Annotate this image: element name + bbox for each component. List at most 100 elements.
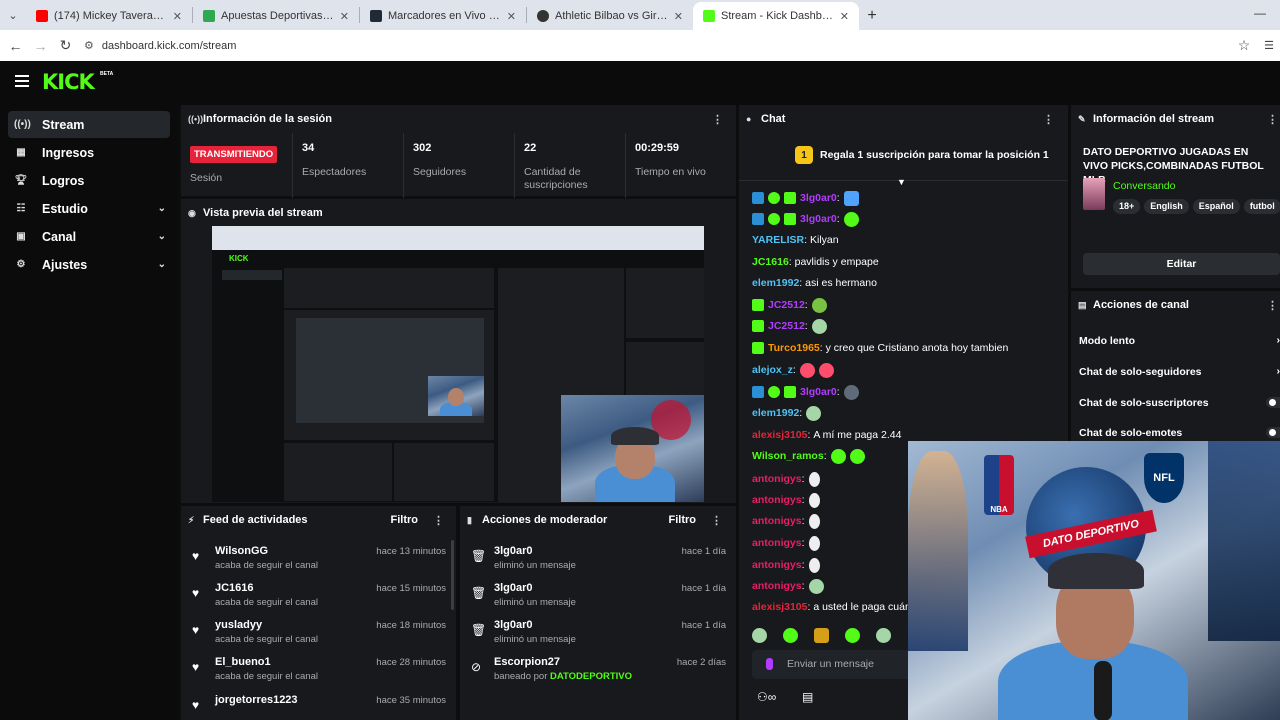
chat-username[interactable]: JC1616 <box>752 256 789 268</box>
sidebar-item-stream[interactable]: ((•)) Stream <box>8 111 170 138</box>
pinned-gift-banner[interactable]: 1 Regala 1 suscripción para tomar la pos… <box>795 146 1049 164</box>
reading-list-icon[interactable]: ☰ <box>1258 39 1280 52</box>
tag-pill[interactable]: 18+ <box>1113 199 1141 214</box>
category-name[interactable]: Conversando <box>1113 180 1175 192</box>
chat-message[interactable]: 3lg0ar0: <box>752 383 859 401</box>
more-options-icon[interactable]: ⋮ <box>433 514 444 527</box>
emote-icon[interactable] <box>845 628 860 643</box>
close-tab-icon[interactable]: ✕ <box>507 10 516 23</box>
chat-message[interactable]: antonigys: <box>752 470 820 488</box>
sidebar-item-logros[interactable]: 🏆︎ Logros <box>8 167 170 194</box>
browser-tab[interactable]: Marcadores en Vivo de Fútbol, ✕ <box>360 2 526 30</box>
site-info-icon[interactable]: ⚙ <box>84 39 94 52</box>
chat-username[interactable]: Turco1965 <box>768 342 820 354</box>
chat-message[interactable]: alejox_z: <box>752 361 834 379</box>
more-options-icon[interactable]: ⋮ <box>712 113 723 126</box>
reload-icon[interactable]: ↻ <box>53 37 78 54</box>
chat-message[interactable]: antonigys: <box>752 534 820 552</box>
chat-message[interactable]: Turco1965: y creo que Cristiano anota ho… <box>752 339 1008 357</box>
chat-username[interactable]: Wilson_ramos <box>752 450 824 462</box>
sidebar-item-ingresos[interactable]: ▦ Ingresos <box>8 139 170 166</box>
emotes-only-option[interactable]: Chat de solo-emotes <box>1079 427 1280 439</box>
chat-username[interactable]: 3lg0ar0 <box>800 192 837 204</box>
emotes-only-toggle[interactable] <box>1266 427 1280 438</box>
chat-username[interactable]: antonigys <box>752 537 802 549</box>
tag-pill[interactable]: Español <box>1192 199 1240 214</box>
chat-message[interactable]: antonigys: <box>752 577 824 595</box>
chat-message[interactable]: YARELISR: Kilyan <box>752 231 839 249</box>
emote-icon[interactable] <box>814 628 829 643</box>
chat-message[interactable]: antonigys: <box>752 556 820 574</box>
more-options-icon[interactable]: ⋮ <box>1267 299 1278 312</box>
list-item[interactable]: 🗑︎ 3lg0ar0 eliminó un mensaje hace 1 día <box>460 612 736 649</box>
new-tab-plus-icon[interactable]: + <box>859 2 885 30</box>
category-thumbnail[interactable] <box>1083 178 1105 210</box>
more-options-icon[interactable]: ⋮ <box>711 514 722 527</box>
bookmark-star-icon[interactable]: ☆ <box>1230 37 1258 54</box>
chat-message[interactable]: 3lg0ar0: <box>752 189 859 207</box>
chat-username[interactable]: elem1992 <box>752 277 799 289</box>
close-tab-icon[interactable]: ✕ <box>340 10 349 23</box>
chat-message[interactable]: JC2512: <box>752 317 827 335</box>
chat-settings-icon[interactable]: ⚇∞ <box>757 690 776 704</box>
chat-username[interactable]: JC2512 <box>768 299 805 311</box>
list-item[interactable]: ♥ JC1616 acaba de seguir el canal hace 1… <box>181 575 456 612</box>
more-options-icon[interactable]: ⋮ <box>1267 113 1278 126</box>
close-tab-icon[interactable]: ✕ <box>674 10 683 23</box>
hamburger-menu-icon[interactable] <box>15 75 29 87</box>
stream-preview-video[interactable]: KICK <box>212 226 704 502</box>
list-item[interactable]: 🗑︎ 3lg0ar0 eliminó un mensaje hace 1 día <box>460 575 736 612</box>
list-item[interactable]: ♥ yusladyy acaba de seguir el canal hace… <box>181 612 456 649</box>
microphone-icon[interactable] <box>766 658 773 670</box>
chat-username[interactable]: antonigys <box>752 580 802 592</box>
list-item[interactable]: ♥ El_bueno1 acaba de seguir el canal hac… <box>181 649 456 686</box>
chat-username[interactable]: alejox_z <box>752 364 793 376</box>
browser-tab[interactable]: (174) Mickey Taveras - Me Gust ✕ <box>26 2 192 30</box>
list-item[interactable]: ♥ WilsonGG acaba de seguir el canal hace… <box>181 538 456 575</box>
followers-only-option[interactable]: Chat de solo-seguidores › <box>1079 365 1280 378</box>
tag-pill[interactable]: futbol <box>1243 199 1280 214</box>
chat-message[interactable]: elem1992: asi es hermano <box>752 274 877 292</box>
tab-search-chevron-icon[interactable]: ⌄ <box>0 0 26 30</box>
chat-username[interactable]: antonigys <box>752 494 802 506</box>
chat-username[interactable]: alexisj3105 <box>752 601 807 613</box>
chat-message[interactable]: antonigys: <box>752 491 820 509</box>
list-item[interactable]: ♥ jorgetorres1223 hace 35 minutos <box>181 687 456 720</box>
mod-actor[interactable]: DATODEPORTIVO <box>550 671 632 682</box>
emote-icon[interactable] <box>752 628 767 643</box>
chat-message[interactable]: JC2512: <box>752 296 827 314</box>
chat-message-input[interactable]: Enviar un mensaje <box>752 650 912 679</box>
filter-button[interactable]: Filtro <box>391 514 419 526</box>
forward-arrow-icon[interactable]: → <box>28 38 53 54</box>
chat-username[interactable]: alexisj3105 <box>752 429 807 441</box>
kick-logo[interactable]: KICK <box>42 70 95 94</box>
chat-message[interactable]: 3lg0ar0: <box>752 210 859 228</box>
chat-username[interactable]: YARELISR <box>752 234 804 246</box>
edit-button[interactable]: Editar <box>1083 253 1280 275</box>
emote-icon[interactable] <box>876 628 891 643</box>
tag-pill[interactable]: English <box>1144 199 1189 214</box>
chat-message[interactable]: alexisj3105: a usted le paga cuánto c <box>752 598 910 616</box>
chat-username[interactable]: 3lg0ar0 <box>800 386 837 398</box>
url-field[interactable]: ⚙ dashboard.kick.com/stream <box>84 34 1230 58</box>
more-options-icon[interactable]: ⋮ <box>1043 113 1054 126</box>
subscribers-only-toggle[interactable] <box>1266 397 1280 408</box>
close-tab-icon[interactable]: ✕ <box>840 10 849 23</box>
chat-message[interactable]: JC1616: pavlidis y empape <box>752 253 879 271</box>
chat-mod-tools-icon[interactable]: ▤ <box>802 690 813 704</box>
chat-username[interactable]: JC2512 <box>768 320 805 332</box>
scrollbar[interactable] <box>451 540 454 610</box>
list-item[interactable]: ⊘ Escorpion27 baneado por DATODEPORTIVO … <box>460 649 736 686</box>
sidebar-item-canal[interactable]: ▣ Canal ⌄ <box>8 223 170 250</box>
scroll-down-icon[interactable]: ▼ <box>897 177 906 187</box>
chat-username[interactable]: antonigys <box>752 559 802 571</box>
chat-message[interactable]: Wilson_ramos: <box>752 447 865 465</box>
browser-tab[interactable]: Apuestas Deportivas en Vivo | 2 ✕ <box>193 2 359 30</box>
minimize-window-icon[interactable]: — <box>1254 6 1266 20</box>
browser-tab-active[interactable]: Stream - Kick Dashboard ✕ <box>693 2 859 30</box>
browser-tab[interactable]: Athletic Bilbao vs Girona En Vivo ✕ <box>527 2 693 30</box>
chat-message[interactable]: antonigys: <box>752 512 820 530</box>
slow-mode-option[interactable]: Modo lento › <box>1079 334 1280 347</box>
chat-username[interactable]: elem1992 <box>752 407 799 419</box>
subscribers-only-option[interactable]: Chat de solo-suscriptores <box>1079 397 1280 409</box>
